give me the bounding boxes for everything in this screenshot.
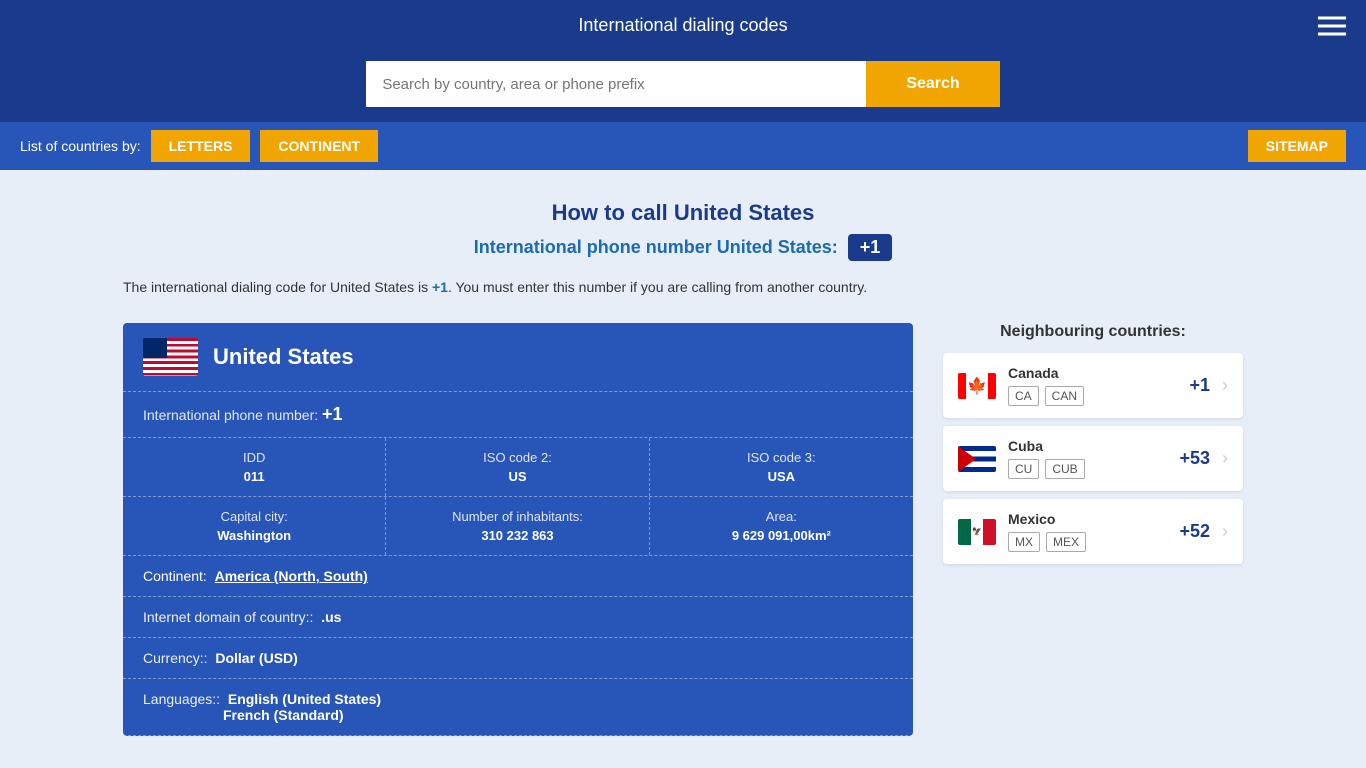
country-name: United States xyxy=(213,344,354,370)
canada-name: Canada xyxy=(1008,365,1177,381)
dial-code-badge: +1 xyxy=(848,234,893,261)
page-title: How to call United States xyxy=(123,200,1243,226)
inhabitants-value: 310 232 863 xyxy=(401,528,633,543)
search-input[interactable] xyxy=(366,61,866,107)
country-description: The international dialing code for Unite… xyxy=(123,276,1243,298)
mexico-codes: MX MEX xyxy=(1008,532,1167,552)
internet-value: .us xyxy=(321,609,341,625)
languages-value-1: English (United States) xyxy=(228,691,381,707)
neighbour-cuba[interactable]: Cuba CU CUB +53 › xyxy=(943,426,1243,491)
iso3-cell: ISO code 3: USA xyxy=(650,438,913,496)
site-title: International dialing codes xyxy=(578,15,787,36)
idd-value: 011 xyxy=(138,469,370,484)
area-value: 9 629 091,00km² xyxy=(665,528,898,543)
canada-codes: CA CAN xyxy=(1008,386,1177,406)
sitemap-button[interactable]: SITEMAP xyxy=(1248,130,1346,162)
subtitle-prefix: International phone number United States… xyxy=(474,237,838,257)
cuba-codes: CU CUB xyxy=(1008,459,1167,479)
mexico-flag: 🦅 xyxy=(958,519,996,545)
neighbour-mexico[interactable]: 🦅 Mexico MX MEX +52 › xyxy=(943,499,1243,564)
iso3-value: USA xyxy=(665,469,898,484)
canada-code3: CAN xyxy=(1045,386,1084,406)
iso3-label: ISO code 3: xyxy=(665,450,898,465)
mexico-code2: MX xyxy=(1008,532,1040,552)
page-subtitle: International phone number United States… xyxy=(123,234,1243,261)
header: International dialing codes xyxy=(0,0,1366,51)
internet-row: Internet domain of country:: .us xyxy=(123,597,913,638)
country-header: United States xyxy=(123,323,913,392)
capital-cell: Capital city: Washington xyxy=(123,497,386,555)
cuba-name: Cuba xyxy=(1008,438,1167,454)
chevron-right-icon: › xyxy=(1222,375,1228,396)
languages-label: Languages:: xyxy=(143,691,220,707)
mexico-name: Mexico xyxy=(1008,511,1167,527)
intl-phone-label: International phone number: xyxy=(143,407,318,423)
content-columns: United States International phone number… xyxy=(123,323,1243,736)
nav-list-label: List of countries by: xyxy=(20,138,141,154)
idd-cell: IDD 011 xyxy=(123,438,386,496)
area-cell: Area: 9 629 091,00km² xyxy=(650,497,913,555)
chevron-right-icon: › xyxy=(1222,448,1228,469)
mexico-dial: +52 xyxy=(1179,521,1210,542)
iso2-label: ISO code 2: xyxy=(401,450,633,465)
continent-link[interactable]: America (North, South) xyxy=(215,568,368,584)
neighbours-title: Neighbouring countries: xyxy=(943,323,1243,341)
continent-button[interactable]: CONTINENT xyxy=(260,130,378,162)
main-content: How to call United States International … xyxy=(83,170,1283,766)
languages-row: Languages:: English (United States) Fren… xyxy=(123,679,913,736)
country-flag xyxy=(143,338,198,376)
idd-label: IDD xyxy=(138,450,370,465)
continent-row: Continent: America (North, South) xyxy=(123,556,913,597)
intl-phone-value: +1 xyxy=(322,404,343,424)
nav-left: List of countries by: LETTERS CONTINENT xyxy=(20,130,378,162)
canada-code2: CA xyxy=(1008,386,1039,406)
capital-label: Capital city: xyxy=(138,509,370,524)
neighbour-canada[interactable]: 🍁 Canada CA CAN +1 › xyxy=(943,353,1243,418)
search-bar: Search xyxy=(0,51,1366,122)
cuba-code2: CU xyxy=(1008,459,1039,479)
phone-number-row: International phone number: +1 xyxy=(123,392,913,438)
canada-flag: 🍁 xyxy=(958,373,996,399)
area-label: Area: xyxy=(665,509,898,524)
continent-label: Continent: xyxy=(143,568,207,584)
details-grid: Capital city: Washington Number of inhab… xyxy=(123,497,913,556)
search-button[interactable]: Search xyxy=(866,61,999,107)
iso2-cell: ISO code 2: US xyxy=(386,438,649,496)
inhabitants-label: Number of inhabitants: xyxy=(401,509,633,524)
cuba-code3: CUB xyxy=(1045,459,1084,479)
languages-value-2: French (Standard) xyxy=(143,707,344,723)
neighbours-section: Neighbouring countries: 🍁 Canada CA CAN … xyxy=(943,323,1243,572)
cuba-flag xyxy=(958,446,996,472)
hamburger-menu[interactable] xyxy=(1318,16,1346,35)
country-card: United States International phone number… xyxy=(123,323,913,736)
inhabitants-cell: Number of inhabitants: 310 232 863 xyxy=(386,497,649,555)
maple-leaf-icon: 🍁 xyxy=(967,376,987,396)
canada-info: Canada CA CAN xyxy=(1008,365,1177,406)
letters-button[interactable]: LETTERS xyxy=(151,130,251,162)
capital-value: Washington xyxy=(138,528,370,543)
nav-bar: List of countries by: LETTERS CONTINENT … xyxy=(0,122,1366,170)
codes-grid: IDD 011 ISO code 2: US ISO code 3: USA xyxy=(123,438,913,497)
canada-dial: +1 xyxy=(1189,375,1210,396)
currency-row: Currency:: Dollar (USD) xyxy=(123,638,913,679)
mexico-info: Mexico MX MEX xyxy=(1008,511,1167,552)
mexico-code3: MEX xyxy=(1046,532,1086,552)
currency-label: Currency:: xyxy=(143,650,208,666)
cuba-info: Cuba CU CUB xyxy=(1008,438,1167,479)
internet-label: Internet domain of country:: xyxy=(143,609,313,625)
currency-value: Dollar (USD) xyxy=(215,650,297,666)
chevron-right-icon: › xyxy=(1222,521,1228,542)
cuba-dial: +53 xyxy=(1179,448,1210,469)
iso2-value: US xyxy=(401,469,633,484)
